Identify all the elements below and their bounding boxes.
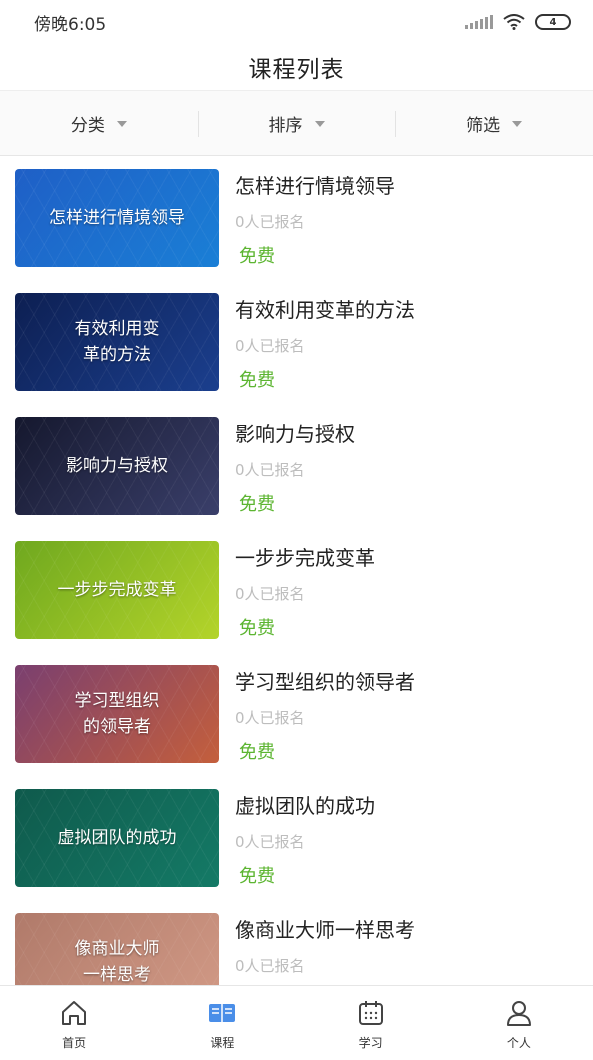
course-item[interactable]: 怎样进行情境领导 怎样进行情境领导 0人已报名 免费	[0, 157, 593, 281]
tab-study-label: 学习	[358, 1036, 383, 1050]
course-thumbnail: 学习型组织 的领导者	[15, 665, 219, 763]
filter-category[interactable]: 分类	[0, 91, 198, 155]
page-title: 课程列表	[248, 57, 345, 83]
enrolled-count: 0人已报名	[235, 213, 305, 231]
course-price: 免费	[239, 370, 275, 391]
thumbnail-text: 像商业大师 一样思考	[74, 939, 160, 985]
course-price: 免费	[239, 866, 275, 887]
thumbnail-text: 一步步完成变革	[57, 580, 177, 600]
thumbnail-text: 学习型组织 的领导者	[74, 691, 160, 737]
course-price: 免费	[239, 618, 275, 639]
course-thumbnail: 像商业大师 一样思考	[15, 913, 219, 985]
thumbnail-text: 影响力与授权	[66, 456, 168, 476]
status-time: 傍晚6:05	[34, 14, 107, 35]
enrolled-count: 0人已报名	[235, 337, 305, 355]
course-item[interactable]: 一步步完成变革 一步步完成变革 0人已报名 免费	[0, 529, 593, 653]
tab-home-label: 首页	[62, 1036, 87, 1050]
filter-sort[interactable]: 排序	[197, 91, 396, 155]
enrolled-count: 0人已报名	[235, 585, 305, 603]
tab-profile-label: 个人	[506, 1036, 531, 1050]
course-thumbnail: 影响力与授权	[15, 417, 219, 515]
course-item[interactable]: 虚拟团队的成功 虚拟团队的成功 0人已报名 免费	[0, 777, 593, 901]
course-item[interactable]: 影响力与授权 影响力与授权 0人已报名 免费	[0, 405, 593, 529]
course-list: 怎样进行情境领导 怎样进行情境领导 0人已报名 免费 有效利用变 革的方法 有效…	[0, 157, 593, 985]
course-item[interactable]: 学习型组织 的领导者 学习型组织的领导者 0人已报名 免费	[0, 653, 593, 777]
title-bar: 课程列表	[0, 44, 593, 90]
course-price: 免费	[239, 494, 275, 515]
calendar-icon	[358, 1001, 383, 1025]
bottom-tab-bar: 首页 课程 学习 个人	[0, 985, 593, 1060]
course-price: 免费	[239, 742, 275, 763]
tab-course[interactable]: 课程	[148, 986, 296, 1060]
tab-course-label: 课程	[210, 1036, 235, 1050]
tab-home[interactable]: 首页	[0, 986, 148, 1060]
thumbnail-text: 有效利用变 革的方法	[74, 319, 160, 365]
filter-category-label: 分类	[70, 115, 105, 136]
course-thumbnail: 一步步完成变革	[15, 541, 219, 639]
course-price: 免费	[239, 246, 275, 267]
filter-screen[interactable]: 筛选	[395, 91, 593, 155]
status-bar: 傍晚6:05 4	[0, 0, 593, 44]
course-title: 像商业大师一样思考	[235, 918, 415, 942]
user-icon	[506, 1001, 531, 1026]
filter-sort-label: 排序	[268, 115, 303, 136]
caret-down-icon	[512, 121, 523, 127]
enrolled-count: 0人已报名	[235, 957, 305, 975]
caret-down-icon	[116, 121, 127, 127]
filter-bar: 分类 排序 筛选	[0, 90, 593, 156]
status-icons: 4	[465, 14, 571, 30]
course-item[interactable]: 有效利用变 革的方法 有效利用变革的方法 0人已报名 免费	[0, 281, 593, 405]
thumbnail-text: 虚拟团队的成功	[57, 828, 177, 848]
enrolled-count: 0人已报名	[235, 709, 305, 727]
course-title: 有效利用变革的方法	[235, 298, 415, 322]
caret-down-icon	[314, 121, 325, 127]
filter-screen-label: 筛选	[466, 115, 501, 136]
course-item[interactable]: 像商业大师 一样思考 像商业大师一样思考 0人已报名 免费	[0, 901, 593, 985]
course-title: 影响力与授权	[235, 422, 355, 446]
course-title: 学习型组织的领导者	[235, 670, 415, 694]
wifi-icon	[503, 14, 525, 30]
battery-icon: 4	[535, 14, 571, 30]
tab-profile[interactable]: 个人	[445, 986, 593, 1060]
course-icon	[209, 1004, 236, 1022]
course-title: 一步步完成变革	[235, 546, 375, 570]
course-thumbnail: 虚拟团队的成功	[15, 789, 219, 887]
battery-level: 4	[549, 16, 557, 28]
home-icon	[62, 1001, 87, 1025]
enrolled-count: 0人已报名	[235, 833, 305, 851]
course-title: 虚拟团队的成功	[235, 794, 375, 818]
tab-study[interactable]: 学习	[297, 986, 445, 1060]
signal-icon	[465, 15, 493, 29]
course-title: 怎样进行情境领导	[235, 174, 395, 198]
thumbnail-text: 怎样进行情境领导	[49, 208, 185, 228]
enrolled-count: 0人已报名	[235, 461, 305, 479]
course-thumbnail: 有效利用变 革的方法	[15, 293, 219, 391]
course-thumbnail: 怎样进行情境领导	[15, 169, 219, 267]
